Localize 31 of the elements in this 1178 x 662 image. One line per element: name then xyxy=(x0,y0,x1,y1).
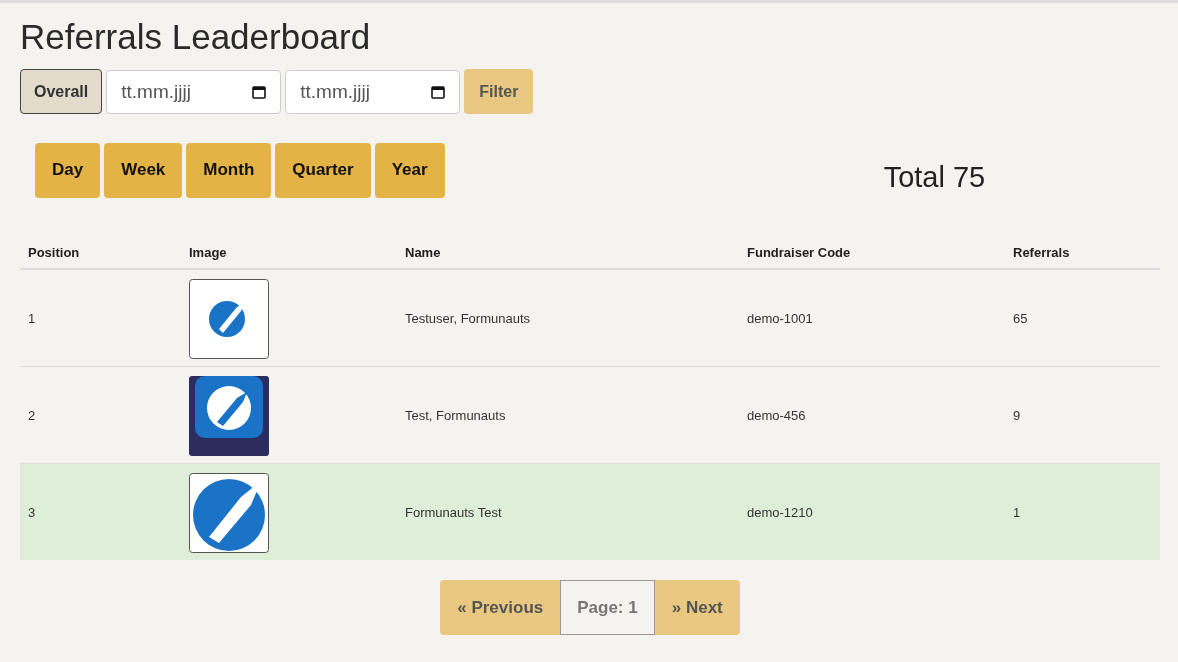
table-cell: 1 xyxy=(28,311,36,326)
period-button[interactable]: Quarter xyxy=(275,142,371,198)
table-cell: demo-1001 xyxy=(747,311,813,326)
table-cell: 3 xyxy=(28,505,36,520)
calendar-icon[interactable] xyxy=(430,83,447,100)
column-header: Fundraiser Code xyxy=(739,237,1005,269)
app-icon xyxy=(189,375,269,456)
table-cell: demo-456 xyxy=(747,408,806,423)
table-cell: Formunauts Test xyxy=(405,505,502,520)
date-input-field[interactable]: tt.mm.jjjj xyxy=(285,69,461,114)
date-input-field[interactable]: tt.mm.jjjj xyxy=(106,69,282,114)
period-button[interactable]: Month xyxy=(186,142,272,198)
table-cell: 65 xyxy=(1013,311,1028,326)
period-button[interactable]: Week xyxy=(104,142,183,198)
calendar-icon[interactable] xyxy=(251,83,268,100)
table-cell: Testuser, Formunauts xyxy=(405,311,530,326)
period-button[interactable]: Day xyxy=(35,142,101,198)
table-cell: 2 xyxy=(28,408,36,423)
column-header: Name xyxy=(397,237,739,269)
column-header: Image xyxy=(181,237,397,269)
page-title: Referrals Leaderboard xyxy=(20,17,372,57)
page-indicator: Page: 1 xyxy=(560,580,655,635)
total-count: Total 75 xyxy=(883,160,986,194)
column-header: Referrals xyxy=(1005,237,1160,269)
column-header: Position xyxy=(20,237,181,269)
table-cell: 9 xyxy=(1013,408,1021,423)
period-button[interactable]: Year xyxy=(374,142,445,198)
table-cell: Test, Formunauts xyxy=(405,408,506,423)
table-cell: demo-1210 xyxy=(747,505,813,520)
table-cell: 1 xyxy=(1013,505,1021,520)
overall-button[interactable]: Overall xyxy=(20,69,103,114)
